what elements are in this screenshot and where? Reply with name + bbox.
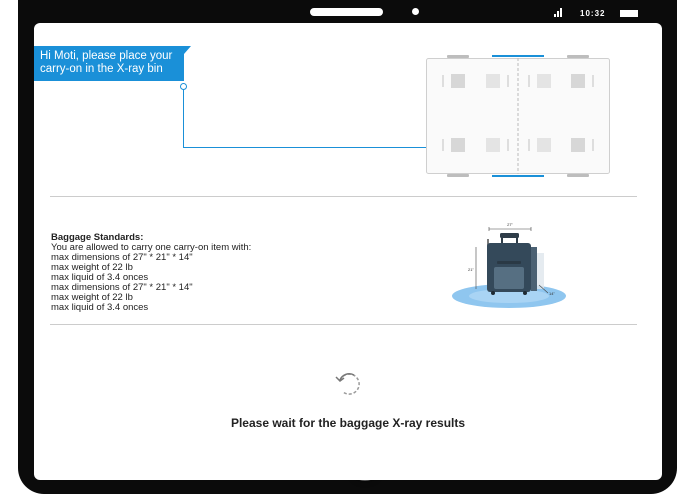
- xray-bin-diagram: [426, 55, 610, 177]
- baggage-standards: Baggage Standards: You are allowed to ca…: [51, 233, 251, 313]
- signal-icon: [554, 8, 564, 17]
- connector-line-horizontal: [183, 147, 438, 148]
- dim-depth-label: 14": [549, 291, 555, 296]
- speaker-pill: [310, 8, 383, 16]
- connector-dot-start: [180, 83, 187, 90]
- bubble-tail: [184, 46, 191, 54]
- greeting-bubble: Hi Moti, please place your carry-on in t…: [34, 46, 184, 81]
- luggage-illustration: 27" 21" 14": [452, 222, 566, 308]
- camera-dot: [412, 8, 419, 15]
- wait-message: Please wait for the baggage X-ray result…: [230, 416, 466, 430]
- connector-line-vertical: [183, 86, 184, 147]
- dim-height-label: 21": [468, 267, 474, 272]
- status-clock: 10:32: [580, 9, 606, 18]
- section-divider-bottom: [50, 324, 637, 325]
- app-screen: Hi Moti, please place your carry-on in t…: [34, 23, 662, 480]
- battery-icon: [620, 10, 638, 17]
- dim-width-label: 27": [507, 222, 513, 227]
- section-divider-top: [50, 196, 637, 197]
- rotate-refresh-icon: [335, 373, 360, 395]
- standards-line: max liquid of 3.4 onces: [51, 302, 149, 313]
